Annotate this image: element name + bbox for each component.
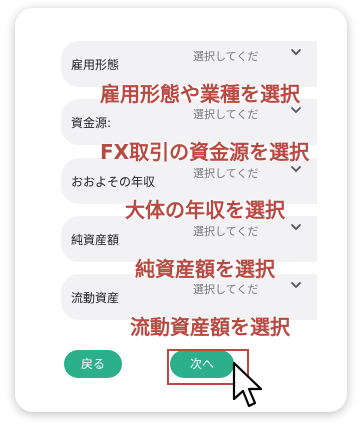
liquid-assets-label: 流動資産 xyxy=(71,291,120,305)
mouse-pointer-icon xyxy=(232,361,263,408)
employment-type-label: 雇用形態 xyxy=(71,58,120,72)
annotation-liquid-assets: 流動資産額を選択 xyxy=(130,315,290,339)
annual-income-select[interactable]: 選択してくだ xyxy=(193,165,258,181)
annotation-net-assets: 純資産額を選択 xyxy=(135,257,275,281)
employment-type-select[interactable]: 選択してくだ xyxy=(193,48,258,64)
annual-income-label: おおよその年収 xyxy=(71,175,156,189)
liquid-assets-select[interactable]: 選択してくだ xyxy=(193,281,258,297)
funding-source-select[interactable]: 選択してくだ xyxy=(193,106,258,122)
chevron-down-icon[interactable] xyxy=(289,220,303,234)
net-assets-select[interactable]: 選択してくだ xyxy=(193,223,258,239)
net-assets-label: 純資産額 xyxy=(71,233,120,247)
annotation-annual-income: 大体の年収を選択 xyxy=(125,198,285,222)
chevron-down-icon[interactable] xyxy=(289,45,303,59)
back-button[interactable]: 戻る xyxy=(64,350,122,378)
annotation-funding-source: FX取引の資金源を選択 xyxy=(100,140,310,164)
chevron-down-icon[interactable] xyxy=(289,278,303,292)
screenshot-stage: 雇用形態 選択してくだ 資金源: 選択してくだ おおよその年収 選択してくだ 純… xyxy=(0,0,360,427)
annotation-employment-type: 雇用形態や業種を選択 xyxy=(100,82,300,106)
funding-source-label: 資金源: xyxy=(71,116,112,130)
